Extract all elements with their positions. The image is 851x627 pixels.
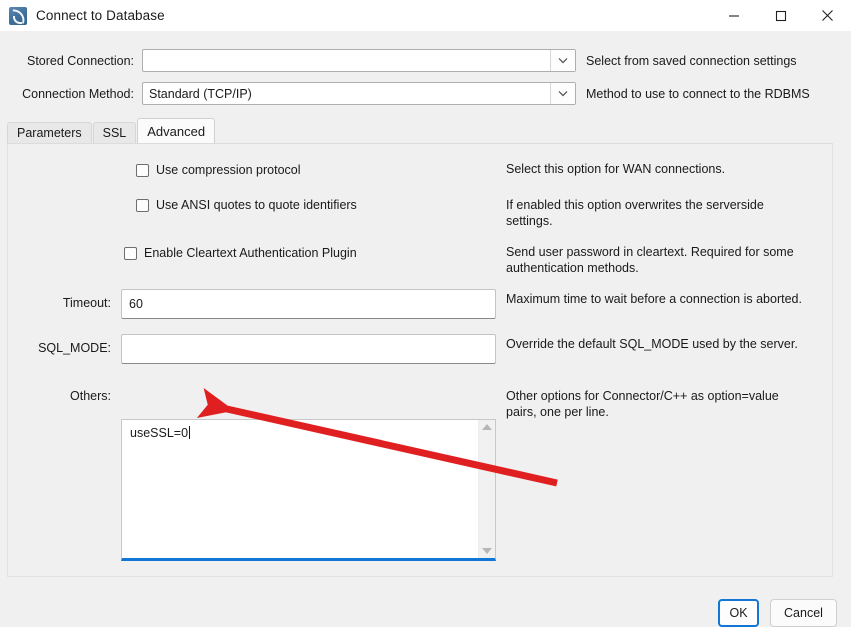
use-compression-protocol-label: Use compression protocol [156, 163, 301, 177]
stored-connection-label: Stored Connection: [26, 53, 134, 68]
ok-button[interactable]: OK [718, 599, 759, 627]
enable-cleartext-auth-checkbox[interactable]: Enable Cleartext Authentication Plugin [124, 246, 357, 260]
title-bar: Connect to Database [0, 0, 851, 31]
sql-mode-label: SQL_MODE: [38, 341, 111, 355]
stored-connection-row: Stored Connection: Select from saved con… [0, 49, 797, 72]
connection-method-value: Standard (TCP/IP) [149, 86, 252, 101]
others-label: Others: [70, 389, 111, 403]
text-caret [189, 426, 191, 439]
cancel-button[interactable]: Cancel [770, 599, 837, 627]
window-title: Connect to Database [36, 8, 165, 23]
others-textarea-value: useSSL=0 [130, 426, 189, 440]
chevron-down-icon[interactable] [550, 50, 575, 71]
connection-method-row: Connection Method: Standard (TCP/IP) Met… [0, 82, 810, 105]
scroll-down-arrow-icon[interactable] [482, 548, 492, 554]
enable-cleartext-auth-desc: Send user password in cleartext. Require… [506, 245, 794, 275]
tab-advanced[interactable]: Advanced [137, 118, 216, 143]
timeout-input[interactable]: 60 [121, 289, 496, 319]
option-row-cleartext-auth: Enable Cleartext Authentication Plugin [124, 246, 357, 260]
stored-connection-select[interactable] [142, 49, 576, 72]
use-compression-protocol-desc: Select this option for WAN connections. [506, 162, 726, 176]
option-row-compression: Use compression protocol [136, 163, 301, 177]
sql-mode-desc: Override the default SQL_MODE used by th… [506, 337, 798, 351]
close-icon[interactable] [804, 0, 851, 31]
use-compression-protocol-checkbox[interactable]: Use compression protocol [136, 163, 301, 177]
enable-cleartext-auth-label: Enable Cleartext Authentication Plugin [144, 246, 357, 260]
tab-strip: Parameters SSL Advanced [7, 118, 216, 143]
use-ansi-quotes-desc: If enabled this option overwrites the se… [506, 198, 764, 228]
others-textarea-content[interactable]: useSSL=0 [122, 420, 478, 558]
tab-ssl[interactable]: SSL [92, 122, 137, 143]
checkbox-box[interactable] [136, 163, 149, 177]
connection-method-label: Connection Method: [22, 86, 134, 101]
timeout-value: 60 [129, 297, 143, 311]
others-textarea[interactable]: useSSL=0 [121, 419, 496, 561]
option-row-ansi-quotes: Use ANSI quotes to quote identifiers [136, 198, 357, 212]
timeout-desc: Maximum time to wait before a connection… [506, 292, 802, 306]
maximize-icon[interactable] [757, 0, 804, 31]
window-controls [710, 0, 851, 31]
others-desc: Other options for Connector/C++ as optio… [506, 389, 779, 419]
mysql-workbench-dolphin-icon [9, 6, 27, 25]
connection-method-hint: Method to use to connect to the RDBMS [586, 86, 810, 101]
minimize-icon[interactable] [710, 0, 757, 31]
checkbox-box[interactable] [136, 198, 149, 212]
tab-parameters[interactable]: Parameters [7, 122, 92, 143]
scroll-up-arrow-icon[interactable] [482, 424, 492, 430]
sql-mode-input[interactable] [121, 334, 496, 364]
connection-method-select[interactable]: Standard (TCP/IP) [142, 82, 576, 105]
use-ansi-quotes-checkbox[interactable]: Use ANSI quotes to quote identifiers [136, 198, 357, 212]
use-ansi-quotes-label: Use ANSI quotes to quote identifiers [156, 198, 357, 212]
timeout-label: Timeout: [62, 296, 111, 310]
checkbox-box[interactable] [124, 246, 137, 260]
stored-connection-hint: Select from saved connection settings [586, 53, 797, 68]
dialog-body: Stored Connection: Select from saved con… [0, 31, 851, 627]
others-scrollbar[interactable] [478, 420, 495, 558]
chevron-down-icon[interactable] [550, 83, 575, 104]
